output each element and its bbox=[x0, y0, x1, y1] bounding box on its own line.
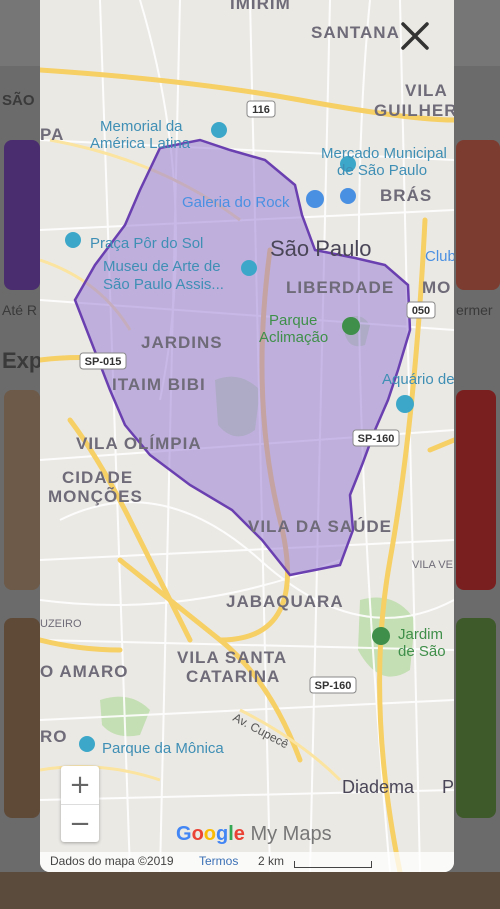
city-label: Diadema bbox=[342, 777, 415, 797]
scale-bar bbox=[294, 861, 372, 868]
place-label: SANTANA bbox=[311, 23, 400, 42]
road-shield-label: SP-160 bbox=[358, 433, 395, 445]
place-label: O AMARO bbox=[40, 662, 129, 681]
poi-label: São Paulo Assis... bbox=[103, 276, 224, 293]
google-logo: Google bbox=[176, 823, 245, 845]
park-poi-icon[interactable] bbox=[342, 317, 360, 335]
museum-poi-icon[interactable] bbox=[241, 260, 257, 276]
background-card-label: ermer bbox=[456, 302, 493, 318]
poi-label: Galeria do Rock bbox=[182, 194, 290, 211]
place-label: RO bbox=[40, 727, 68, 746]
city-label: P bbox=[442, 777, 454, 797]
shopping-poi-icon[interactable] bbox=[340, 188, 356, 204]
poi-label: Parque da Mônica bbox=[102, 740, 224, 757]
poi-label: Aquário de bbox=[382, 371, 454, 388]
place-label: VILA SANTA bbox=[177, 648, 287, 667]
background-card bbox=[4, 140, 40, 290]
road-shield-label: 116 bbox=[252, 104, 270, 116]
place-label: IMIRIM bbox=[230, 0, 291, 13]
poi-label: Parque bbox=[269, 312, 317, 329]
background-card bbox=[456, 140, 500, 290]
poi-label: Mercado Municipal bbox=[321, 145, 447, 162]
road-shield-label: SP-015 bbox=[85, 356, 122, 368]
place-label: UZEIRO bbox=[40, 618, 82, 630]
background-card-strip bbox=[0, 872, 500, 909]
background-card bbox=[4, 390, 40, 590]
background-heading: Exp bbox=[2, 348, 43, 373]
poi-label: de São bbox=[398, 643, 446, 660]
background-card-label: Até R bbox=[2, 302, 38, 318]
background-card bbox=[4, 618, 40, 818]
poi-label: Aclimação bbox=[259, 329, 328, 346]
poi-label: Museu de Arte de bbox=[103, 258, 221, 275]
my-maps-text: My Maps bbox=[250, 823, 332, 845]
poi-label: Jardim bbox=[398, 626, 443, 643]
place-label: VILA VE bbox=[412, 559, 453, 571]
terms-link[interactable]: Termos bbox=[199, 854, 238, 868]
background-card bbox=[456, 618, 496, 818]
zoo-poi-icon[interactable] bbox=[372, 627, 390, 645]
zoom-out-button[interactable]: − bbox=[61, 804, 99, 843]
road-shield-label: SP-160 bbox=[315, 680, 352, 692]
poi-label: Memorial da bbox=[100, 118, 183, 135]
place-label: JABAQUARA bbox=[226, 592, 344, 611]
background-card bbox=[456, 390, 496, 590]
place-label: ITAIM BIBI bbox=[112, 375, 206, 394]
place-label: MO bbox=[422, 278, 451, 297]
city-label: São Paulo bbox=[270, 236, 372, 261]
zoom-controls: + − bbox=[61, 766, 99, 842]
aquarium-poi-icon[interactable] bbox=[396, 395, 414, 413]
place-label: MONÇÕES bbox=[48, 486, 143, 506]
place-label: VILA OLÍMPIA bbox=[76, 434, 202, 453]
place-label: LIBERDADE bbox=[286, 278, 394, 297]
poi-label: de São Paulo bbox=[337, 162, 427, 179]
place-label: CIDADE bbox=[62, 468, 133, 487]
close-icon[interactable] bbox=[397, 18, 433, 54]
place-label: CATARINA bbox=[186, 667, 280, 686]
museum-poi-icon[interactable] bbox=[211, 122, 227, 138]
place-label: GUILHERM bbox=[374, 101, 454, 120]
place-label: VILA DA SAÚDE bbox=[248, 517, 392, 536]
map-canvas[interactable]: 116 SP-015 050 SP-160 SP-160 IMIRIM SANT… bbox=[40, 0, 454, 872]
zoom-in-button[interactable]: + bbox=[61, 766, 99, 804]
place-label: BRÁS bbox=[380, 186, 432, 205]
google-my-maps-logo: Google My Maps bbox=[176, 823, 332, 846]
poi-label: Praça Pôr do Sol bbox=[90, 235, 203, 252]
park-poi-icon[interactable] bbox=[79, 736, 95, 752]
place-label: JARDINS bbox=[141, 333, 223, 352]
map-data-credit: Dados do mapa ©2019 bbox=[50, 854, 174, 868]
background-section-label: SÃO bbox=[2, 92, 35, 109]
place-label: PA bbox=[40, 125, 64, 144]
poi-label: Club bbox=[425, 248, 454, 265]
map-attribution: Dados do mapa ©2019 Termos 2 km bbox=[40, 852, 454, 872]
map-modal: 116 SP-015 050 SP-160 SP-160 IMIRIM SANT… bbox=[40, 0, 454, 872]
poi-label: América Latina bbox=[90, 135, 191, 152]
place-label: VILA bbox=[405, 81, 448, 100]
camera-poi-icon[interactable] bbox=[65, 232, 81, 248]
road-shield-label: 050 bbox=[412, 305, 430, 317]
shopping-poi-icon[interactable] bbox=[306, 190, 324, 208]
scale-label: 2 km bbox=[258, 854, 285, 868]
